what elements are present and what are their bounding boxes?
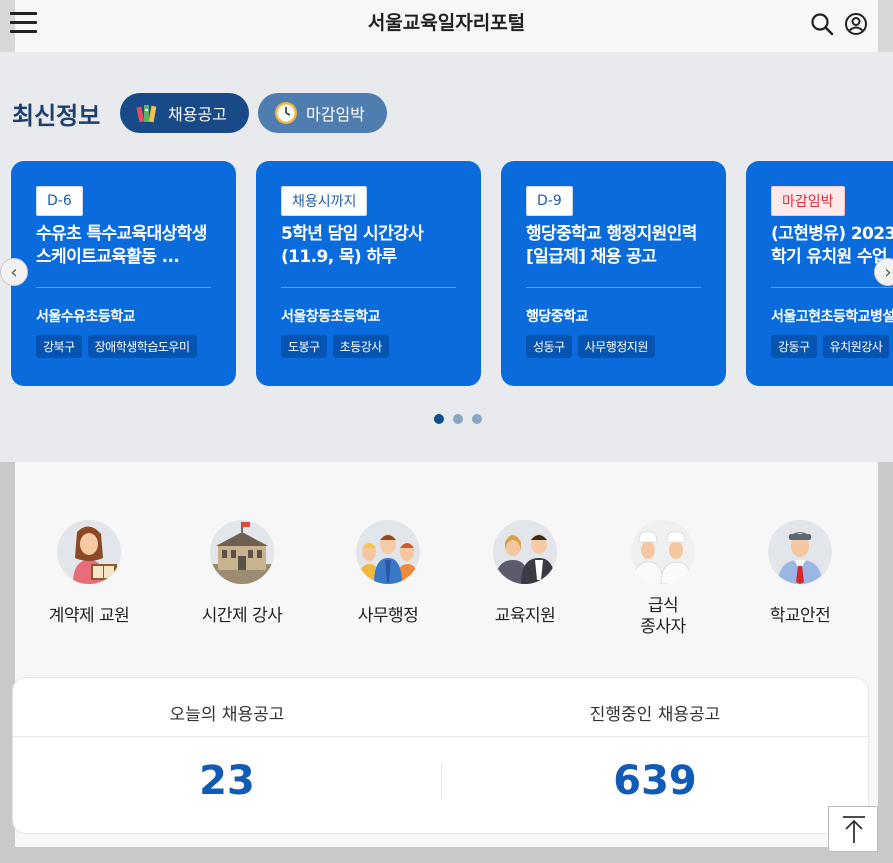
header: 서울교육일자리포털 [0,0,893,52]
category-contract-teacher[interactable]: 계약제 교원 [29,520,149,627]
school-name: 서울수유초등학교 [36,309,136,325]
tab-deadline[interactable]: 마감임박 [258,93,387,133]
back-to-top-button[interactable] [828,806,878,852]
pagination-dot[interactable] [472,414,482,424]
category-cafeteria-staff[interactable]: 급식 종사자 [603,520,723,638]
deadline-badge: 마감임박 [771,186,845,216]
job-stats-card: 오늘의 채용공고 진행중인 채용공고 23 639 [12,677,870,834]
category-education-support[interactable]: 교육지원 [465,520,585,627]
category-part-time-lecturer[interactable]: 시간제 강사 [182,520,302,627]
education-support-icon [493,520,557,584]
pagination-dot[interactable] [434,414,444,424]
tab-recruitment-label: 채용공고 [168,105,227,124]
ongoing-count[interactable]: 639 [441,758,869,804]
category-label: 교육지원 [494,606,556,626]
job-card[interactable]: 마감임박 (고현병유) 2023학년도 2학기 유치원 수업 서울고현초등학교병… [746,161,893,386]
category-label: 계약제 교원 [48,606,130,626]
pagination-dot[interactable] [453,414,463,424]
latest-section: 최신정보 채용공고 마감임박 D-6 수유초 특수교육대상학생 스케이트교육활동… [0,52,893,462]
job-title: (고현병유) 2023학년도 2학기 유치원 수업 [771,224,893,267]
carousel-pagination [434,414,482,424]
job-type-tag: 유치원강사 [822,335,890,358]
prev-arrow-icon[interactable]: ‹ [0,258,28,286]
region-tag: 강동구 [771,335,817,358]
search-icon[interactable] [810,12,834,36]
region-tag: 성동구 [526,335,572,358]
site-title[interactable]: 서울교육일자리포털 [0,8,893,35]
books-icon [136,101,160,125]
category-school-safety[interactable]: 학교안전 [740,520,860,627]
user-icon[interactable] [844,12,868,36]
security-guard-icon [768,520,832,584]
category-label: 시간제 강사 [201,606,283,626]
dday-badge: D-9 [526,186,573,216]
school-name: 서울고현초등학교병설유치원 [771,309,893,325]
section-title: 최신정보 [12,102,101,130]
office-workers-icon [356,520,420,584]
today-label: 오늘의 채용공고 [169,705,285,725]
category-label-line: 급식 종사자 [640,596,686,637]
card-divider [771,287,893,288]
today-count[interactable]: 23 [13,758,441,804]
cook-icon [631,520,695,584]
stats-divider [13,736,870,737]
school-building-icon [210,520,274,584]
dday-badge: D-6 [36,186,83,216]
region-tag: 도봉구 [281,335,327,358]
dday-badge: 채용시까지 [281,186,368,216]
job-type-tag: 사무행정지원 [577,335,655,358]
category-administration[interactable]: 사무행정 [328,520,448,627]
school-name: 서울창동초등학교 [281,309,381,325]
card-divider [526,287,701,288]
job-title: 수유초 특수교육대상학생 스케이트교육활동 ... [36,224,207,267]
job-card[interactable]: D-6 수유초 특수교육대상학생 스케이트교육활동 ... 서울수유초등학교 강… [11,161,236,386]
arrow-up-icon [843,816,865,843]
job-title: 행당중학교 행정지원인력[일급제] 채용 공고 [526,224,697,267]
job-type-tag: 초등강사 [332,335,389,358]
category-label: 학교안전 [769,606,831,626]
category-label: 사무행정 [357,606,419,626]
school-name: 행당중학교 [526,309,588,325]
job-card[interactable]: D-9 행당중학교 행정지원인력[일급제] 채용 공고 행당중학교 성동구 사무… [501,161,726,386]
job-card[interactable]: 채용시까지 5학년 담임 시간강사(11.9, 목) 하루 서울창동초등학교 도… [256,161,481,386]
tab-deadline-label: 마감임박 [306,105,365,124]
job-type-tag: 장애학생학습도우미 [87,335,197,358]
tab-recruitment[interactable]: 채용공고 [120,93,249,133]
job-title: 5학년 담임 시간강사(11.9, 목) 하루 [281,224,424,267]
teacher-icon [57,520,121,584]
ongoing-label: 진행중인 채용공고 [589,705,721,725]
region-tag: 강북구 [36,335,82,358]
clock-icon [274,101,298,125]
card-divider [281,287,456,288]
category-label: 급식 종사자 [603,596,723,638]
card-divider [36,287,211,288]
